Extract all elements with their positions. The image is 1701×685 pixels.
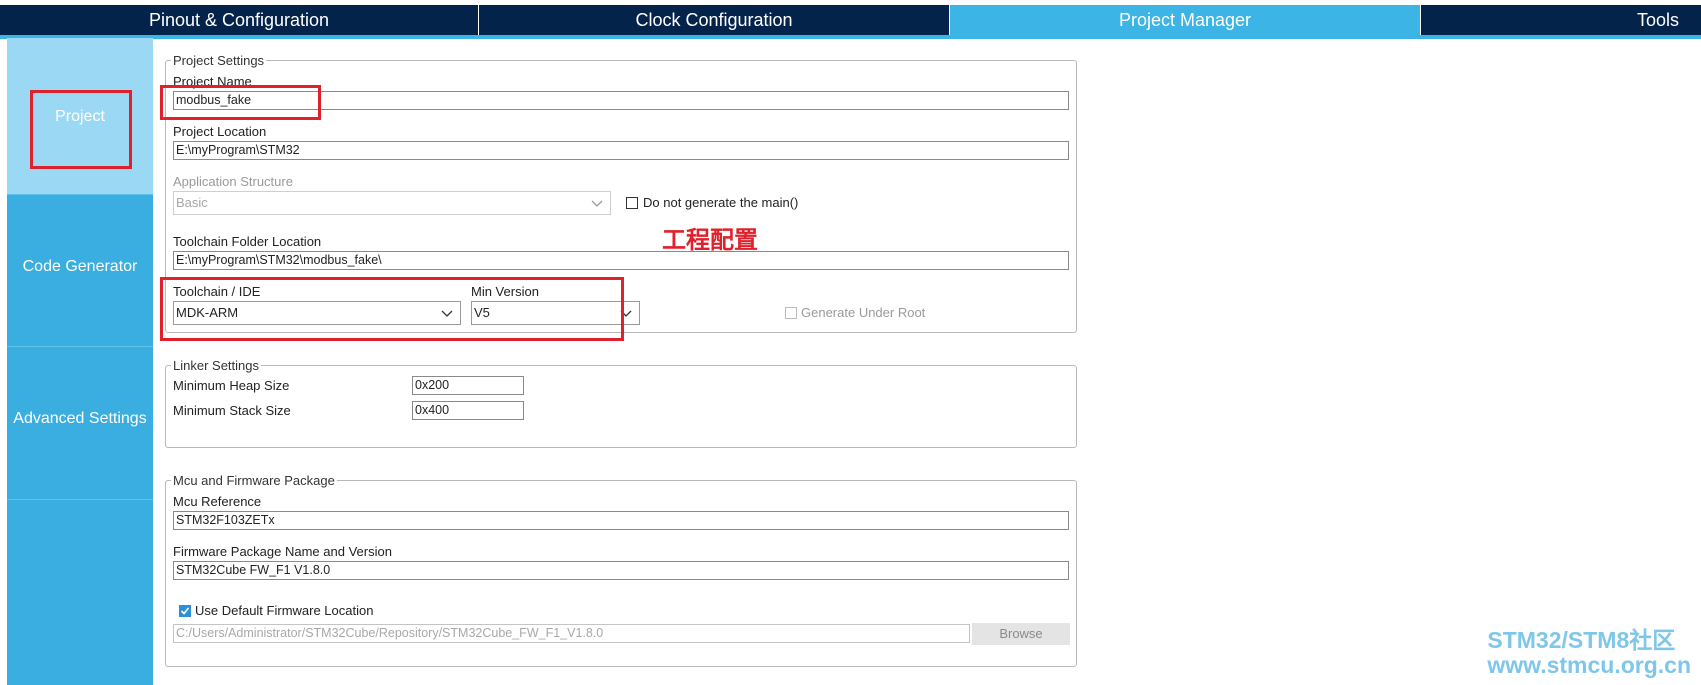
sidebar-item-advanced-settings[interactable]: Advanced Settings: [7, 347, 153, 500]
annotation-text: 工程配置: [662, 226, 758, 254]
sidebar-item-label: Code Generator: [22, 258, 138, 275]
group-legend: Linker Settings: [171, 358, 261, 373]
annotation-box-project-name: [160, 85, 321, 120]
top-tab-bar: Pinout & Configuration Clock Configurati…: [0, 0, 1701, 39]
annotation-box-project-tab: [30, 90, 132, 169]
mcu-reference-label: Mcu Reference: [173, 494, 262, 509]
tab-underline-strip: [0, 35, 1701, 39]
tab-tools[interactable]: Tools: [1421, 5, 1701, 35]
application-structure-value: Basic: [176, 195, 208, 210]
toolchain-folder-input[interactable]: E:\myProgram\STM32\modbus_fake\: [173, 251, 1069, 270]
do-not-generate-main-checkbox[interactable]: [626, 197, 638, 209]
sidebar-item-code-generator[interactable]: Code Generator: [7, 195, 153, 347]
group-legend: Mcu and Firmware Package: [171, 473, 337, 488]
min-stack-size-input[interactable]: 0x400: [412, 401, 524, 420]
project-location-label: Project Location: [173, 124, 267, 139]
toolchain-folder-label: Toolchain Folder Location: [173, 234, 322, 249]
project-location-input[interactable]: E:\myProgram\STM32: [173, 141, 1069, 160]
watermark-line1: STM32/STM8社区: [1487, 627, 1676, 653]
checkmark-icon: [180, 607, 190, 615]
mcu-reference-input[interactable]: STM32F103ZETx: [173, 511, 1069, 530]
group-legend: Project Settings: [171, 53, 267, 68]
application-structure-select[interactable]: Basic: [173, 191, 611, 215]
firmware-package-label: Firmware Package Name and Version: [173, 544, 392, 559]
linker-settings-group: Linker Settings Minimum Heap Size 0x200 …: [165, 358, 1077, 448]
min-stack-size-label: Minimum Stack Size: [173, 403, 291, 418]
generate-under-root-checkbox[interactable]: [785, 307, 797, 319]
application-structure-label: Application Structure: [173, 174, 293, 189]
firmware-location-input[interactable]: C:/Users/Administrator/STM32Cube/Reposit…: [173, 624, 970, 643]
tab-clock-configuration[interactable]: Clock Configuration: [479, 5, 949, 35]
min-heap-size-input[interactable]: 0x200: [412, 376, 524, 395]
chevron-down-icon: [590, 196, 604, 210]
use-default-firmware-label: Use Default Firmware Location: [195, 603, 374, 618]
mcu-firmware-group: Mcu and Firmware Package Mcu Reference S…: [165, 473, 1077, 667]
watermark: STM32/STM8社区 www.stmcu.org.cn: [1487, 627, 1691, 677]
do-not-generate-main-label: Do not generate the main(): [643, 195, 799, 210]
annotation-box-toolchain: [160, 277, 624, 341]
generate-under-root-label: Generate Under Root: [801, 305, 926, 320]
sidebar-item-label: Advanced Settings: [13, 410, 147, 427]
min-heap-size-label: Minimum Heap Size: [173, 378, 290, 393]
watermark-line2: www.stmcu.org.cn: [1487, 652, 1691, 678]
use-default-firmware-checkbox[interactable]: [179, 605, 191, 617]
tab-pinout-configuration[interactable]: Pinout & Configuration: [0, 5, 478, 35]
tab-project-manager[interactable]: Project Manager: [950, 5, 1420, 35]
firmware-package-input[interactable]: STM32Cube FW_F1 V1.8.0: [173, 561, 1069, 580]
browse-button[interactable]: Browse: [972, 623, 1070, 645]
